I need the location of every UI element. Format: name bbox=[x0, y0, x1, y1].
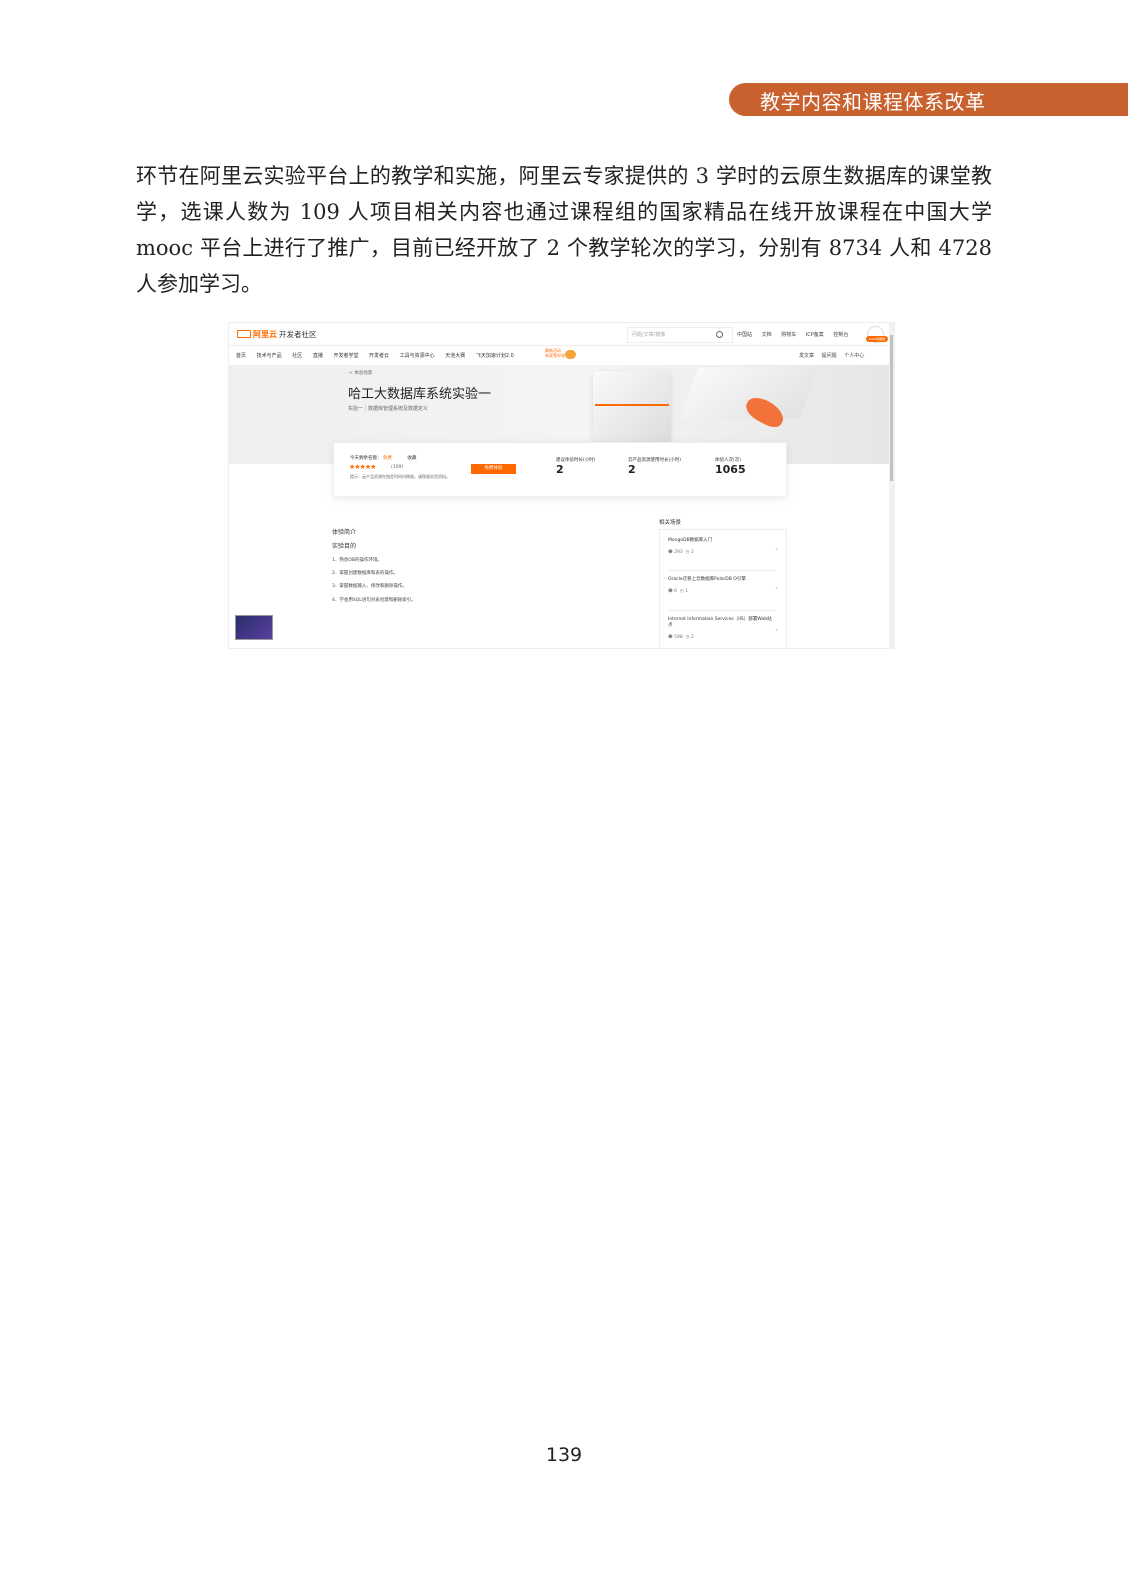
goal-heading: 实验目的 bbox=[332, 543, 357, 550]
goal-item: 3．掌握数据输入、修改和删除操作。 bbox=[332, 584, 407, 589]
rating-count: (109) bbox=[391, 465, 404, 470]
related-list: MongoDB数据库入门 ☻ 293 ◷ 2 › Oracle迁移上云数据库Po… bbox=[659, 529, 787, 648]
related-item[interactable]: Internet Information Services（IIS）部署Web站… bbox=[668, 617, 776, 640]
remaining-quota: 今天剩余名额： 免费 收藏 bbox=[350, 456, 417, 461]
stat-participants: 体验人次(次) 1065 bbox=[715, 458, 746, 476]
nav-item[interactable]: 直播 bbox=[313, 353, 323, 359]
related-item[interactable]: MongoDB数据库入门 ☻ 293 ◷ 2 bbox=[668, 538, 776, 555]
chevron-right-icon: › bbox=[775, 545, 778, 553]
top-nav-item[interactable]: 中国站 bbox=[737, 332, 752, 338]
goal-item: 1．熟悉OB的操作环境。 bbox=[332, 558, 382, 563]
top-nav-item[interactable]: 购物车 bbox=[781, 332, 796, 338]
write-article-link[interactable]: 发文章 bbox=[799, 353, 814, 359]
chevron-right-icon: › bbox=[775, 626, 778, 634]
goal-item: 2．掌握创建数据库和表的操作。 bbox=[332, 571, 398, 576]
top-nav-item[interactable]: ICP备案 bbox=[806, 332, 824, 338]
nav-item[interactable]: 社区 bbox=[292, 353, 302, 359]
stat-resource-hours: 云产品资源使用时长(小时) 2 bbox=[628, 458, 682, 476]
nav-item[interactable]: 工具与资源中心 bbox=[400, 353, 435, 359]
related-heading: 相关场景 bbox=[659, 520, 682, 526]
top-nav-item[interactable]: 控制台 bbox=[833, 332, 848, 338]
floating-ad-thumbnail[interactable] bbox=[235, 615, 273, 640]
nav-item[interactable]: 飞天加速计划2.0 bbox=[476, 353, 514, 359]
intro-heading: 体验简介 bbox=[332, 529, 357, 536]
body-paragraph: 环节在阿里云实验平台上的教学和实施，阿里云专家提供的 3 学时的云原生数据库的课… bbox=[136, 164, 992, 296]
avatar-badge: 2023领福利 bbox=[866, 336, 888, 342]
page-subtitle: 实验一｜数据库管理系统及数据定义 bbox=[348, 406, 429, 412]
nav-item[interactable]: 开发者学堂 bbox=[333, 353, 358, 359]
chevron-right-icon: › bbox=[775, 584, 778, 592]
page-number: 139 bbox=[545, 1444, 583, 1466]
section-title: 教学内容和课程体系改革 bbox=[760, 90, 986, 114]
top-bar: 阿里云 开发者社区 问题/文章/镜像 中国站 文档 购物车 ICP备案 控制台 … bbox=[229, 323, 889, 346]
experience-card: 今天剩余名额： 免费 收藏 ★★★★★ (109) 提示：云产品资源在指定时间内… bbox=[333, 442, 787, 497]
search-icon[interactable] bbox=[716, 331, 723, 338]
nav-item[interactable]: 天池大赛 bbox=[445, 353, 465, 359]
scrollbar[interactable] bbox=[889, 323, 894, 648]
scrollbar-thumb[interactable] bbox=[890, 335, 893, 481]
nav-item[interactable]: 首页 bbox=[236, 353, 246, 359]
section-banner: 教学内容和课程体系改革 bbox=[729, 83, 1128, 116]
user-center-link[interactable]: 个人中心 bbox=[844, 353, 864, 359]
nav-item[interactable]: 开发者云 bbox=[369, 353, 389, 359]
main-nav: 首页 技术与产品 社区 直播 开发者学堂 开发者云 工具与资源中心 天池大赛 飞… bbox=[236, 352, 523, 359]
cloud-icon bbox=[565, 350, 576, 359]
cube-accent-line bbox=[595, 404, 669, 406]
card-tip: 提示：云产品资源在指定时间内释放，请保留实验资料。 bbox=[350, 474, 450, 479]
goal-item: 4．学会用SQL语句对表创建和删除索引。 bbox=[332, 598, 416, 603]
nav-item[interactable]: 技术与产品 bbox=[257, 353, 282, 359]
stat-suggested-hours: 建议体验时长(小时) 2 bbox=[556, 458, 596, 476]
start-experience-button[interactable]: 免费体验 bbox=[471, 464, 516, 474]
rating-stars: ★★★★★ bbox=[349, 463, 376, 471]
community-label: 开发者社区 bbox=[279, 330, 317, 339]
top-nav: 中国站 文档 购物车 ICP备案 控制台 bbox=[737, 331, 856, 338]
divider bbox=[668, 610, 776, 611]
server-cube-graphic bbox=[593, 371, 671, 443]
platform-screenshot: 阿里云 开发者社区 问题/文章/镜像 中国站 文档 购物车 ICP备案 控制台 … bbox=[229, 323, 894, 648]
divider bbox=[668, 570, 776, 571]
related-item[interactable]: Oracle迁移上云数据库PolarDB O引擎 ☻ 6 ◷ 1 bbox=[668, 577, 776, 594]
ask-question-link[interactable]: 提问题 bbox=[822, 353, 837, 359]
right-nav: 发文章 提问题 个人中心 bbox=[799, 352, 870, 359]
page-title: 哈工大数据库系统实验一 bbox=[348, 387, 492, 402]
breadcrumb[interactable]: < 体验场景 bbox=[349, 370, 372, 376]
top-nav-item[interactable]: 文档 bbox=[762, 332, 772, 338]
aliyun-logo[interactable]: 阿里云 bbox=[237, 329, 277, 340]
collect-link[interactable]: 收藏 bbox=[407, 456, 416, 461]
aliyun-logo-icon bbox=[237, 330, 251, 338]
